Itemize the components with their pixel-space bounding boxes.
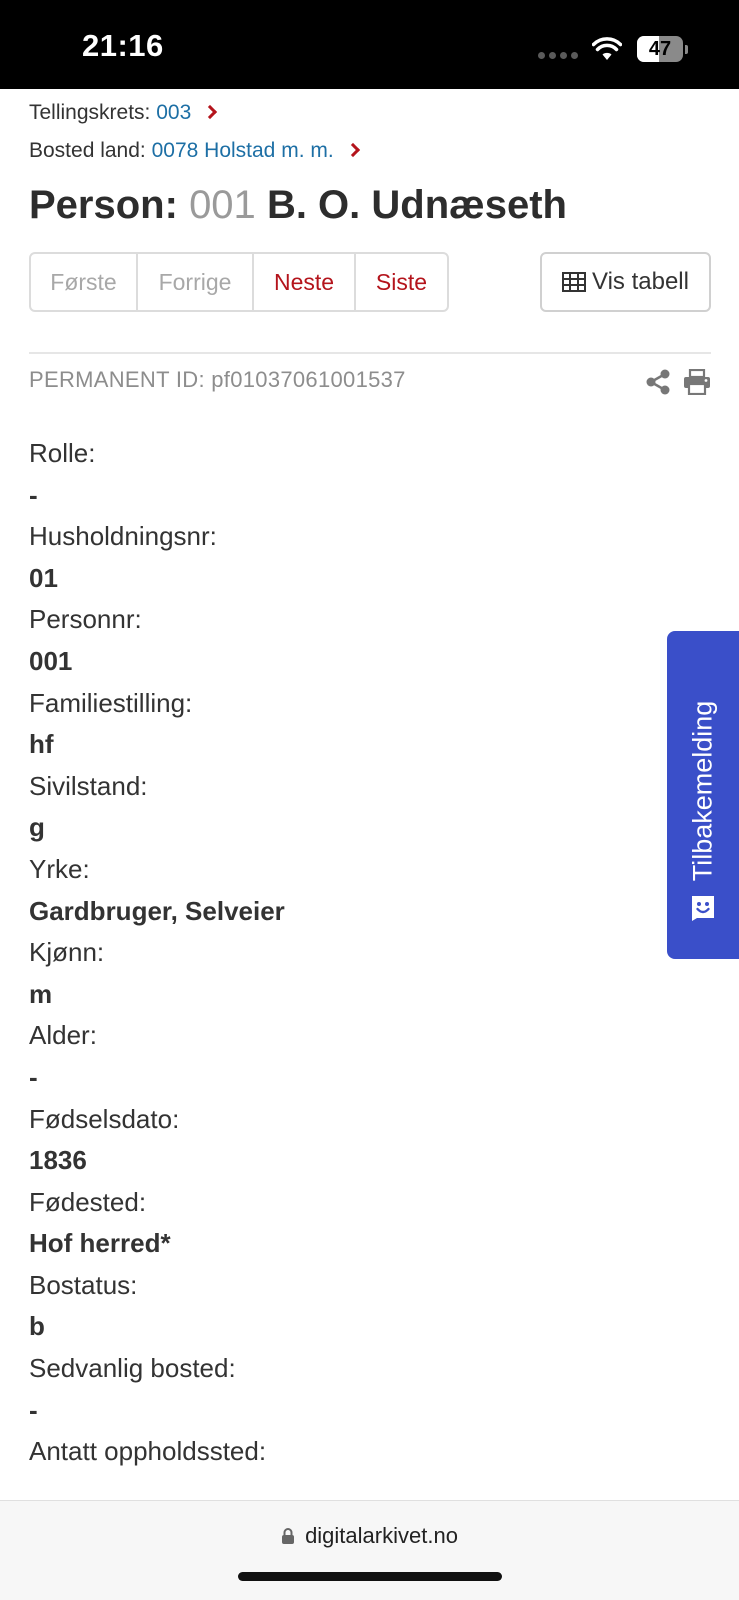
title-prefix: Person: xyxy=(29,183,178,227)
field-label: Alder: xyxy=(29,1020,97,1051)
person-fields: Rolle: - Husholdningsnr: 01 Personnr: 001 Fami… xyxy=(29,433,629,1473)
field-label: Sedvanlig bosted: xyxy=(29,1353,236,1384)
permanent-id: PERMANENT ID: pf01037061001537 xyxy=(29,367,406,392)
field-value: Gardbruger, Selveier xyxy=(29,895,285,926)
field-value: b xyxy=(29,1311,45,1342)
field-value: m xyxy=(29,978,53,1009)
field-label: Husholdningsnr: xyxy=(29,521,217,552)
lock-icon xyxy=(282,1528,295,1544)
battery-level: 47 xyxy=(648,38,672,60)
share-icon[interactable] xyxy=(645,369,671,395)
field-label: Fødselsdato: xyxy=(29,1103,180,1134)
vis-tabell-label: Vis tabell xyxy=(592,268,689,295)
print-icon[interactable] xyxy=(683,369,711,395)
breadcrumb-tellingskrets: Tellingskrets: 003 xyxy=(29,101,218,125)
smile-icon xyxy=(692,896,714,921)
chevron-right-icon xyxy=(345,142,360,158)
last-button[interactable]: Siste xyxy=(356,254,447,310)
field-label: Personnr: xyxy=(29,604,142,635)
field-value: 1836 xyxy=(29,1145,87,1176)
field-label: Rolle: xyxy=(29,438,96,468)
pager: Første Forrige Neste Siste xyxy=(29,252,449,312)
field-label: Yrke: xyxy=(29,853,90,884)
status-bar: 21:16 47 xyxy=(0,0,739,89)
previous-button[interactable]: Forrige xyxy=(138,254,254,310)
chevron-right-icon xyxy=(203,104,218,120)
field-value: - xyxy=(29,1394,38,1425)
first-button[interactable]: Første xyxy=(31,254,138,310)
field-label: Sivilstand: xyxy=(29,770,148,801)
status-time: 21:16 xyxy=(82,28,164,63)
field-value: - xyxy=(29,1061,38,1092)
field-value: Hof herred* xyxy=(29,1228,171,1259)
field-label: Fødested: xyxy=(29,1186,147,1217)
battery-icon: 47 xyxy=(637,36,688,62)
field-value: g xyxy=(29,812,45,843)
page-title: Person: 001 B. O. Udnæseth xyxy=(29,183,567,228)
field-value: 001 xyxy=(29,645,73,676)
field-label: Bostatus: xyxy=(29,1269,138,1300)
vis-tabell-button[interactable]: Vis tabell xyxy=(540,252,711,312)
feedback-label: Tilbakemelding xyxy=(687,700,718,882)
field-value: hf xyxy=(29,729,54,760)
field-label: Antatt oppholdssted: xyxy=(29,1436,267,1467)
browser-url-bar[interactable]: digitalarkivet.no xyxy=(0,1500,739,1600)
divider xyxy=(29,352,711,354)
breadcrumb-bosted: Bosted land: 0078 Holstad m. m. xyxy=(29,139,360,163)
field-value: 01 xyxy=(29,562,58,593)
table-icon xyxy=(562,272,587,292)
url-text: digitalarkivet.no xyxy=(305,1523,458,1548)
breadcrumb-link-tellingskrets[interactable]: 003 xyxy=(156,101,191,124)
cellular-signal-icon xyxy=(538,52,578,59)
field-label: Familiestilling: xyxy=(29,687,193,718)
person-name: B. O. Udnæseth xyxy=(266,183,567,227)
wifi-icon xyxy=(592,37,622,60)
breadcrumb-link-bosted[interactable]: 0078 Holstad m. m. xyxy=(152,139,334,162)
feedback-tab[interactable]: Tilbakemelding xyxy=(667,631,739,959)
field-label: Kjønn: xyxy=(29,937,105,968)
person-number: 001 xyxy=(189,183,256,227)
field-value: - xyxy=(29,479,38,510)
next-button[interactable]: Neste xyxy=(254,254,356,310)
home-indicator xyxy=(238,1572,502,1581)
breadcrumb-label: Tellingskrets: xyxy=(29,101,151,124)
breadcrumb-label: Bosted land: xyxy=(29,139,146,162)
